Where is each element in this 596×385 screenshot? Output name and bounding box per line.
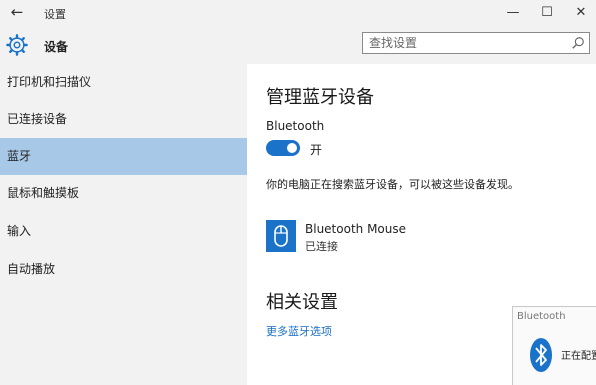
sidebar-item-autoplay[interactable]: 自动播放 [0, 251, 247, 288]
notification-title: Bluetooth [517, 311, 566, 322]
sidebar-item-typing[interactable]: 输入 [0, 213, 247, 250]
related-settings-heading: 相关设置 [266, 292, 338, 313]
back-arrow-icon[interactable]: ← [8, 3, 26, 21]
bluetooth-notification[interactable]: Bluetooth 正在配置 [512, 306, 596, 385]
maximize-button[interactable]: ☐ [532, 3, 562, 23]
minimize-button[interactable]: — [498, 3, 528, 23]
toggle-knob [287, 143, 297, 153]
search-box[interactable] [362, 32, 590, 54]
settings-header: 设备 [0, 26, 596, 64]
manage-bluetooth-heading: 管理蓝牙设备 [266, 87, 374, 108]
sidebar-item-printers-scanners[interactable]: 打印机和扫描仪 [0, 64, 247, 101]
discovery-description: 你的电脑正在搜索蓝牙设备，可以被这些设备发现。 [266, 178, 519, 191]
toggle-state-label: 开 [310, 143, 323, 157]
sidebar-item-mouse-touchpad[interactable]: 鼠标和触摸板 [0, 175, 247, 212]
bluetooth-label: Bluetooth [266, 119, 325, 133]
device-item[interactable]: Bluetooth Mouse 已连接 [266, 220, 466, 254]
mouse-icon [266, 220, 296, 252]
page-title: 设备 [44, 40, 69, 54]
sidebar-item-connected-devices[interactable]: 已连接设备 [0, 101, 247, 138]
close-button[interactable]: ✕ [566, 3, 596, 23]
bluetooth-icon [530, 338, 552, 372]
device-name: Bluetooth Mouse [305, 222, 407, 236]
window-title: 设置 [44, 8, 66, 21]
search-icon[interactable] [571, 36, 585, 50]
search-input[interactable] [369, 35, 559, 51]
bluetooth-toggle[interactable] [266, 140, 300, 156]
title-bar: ← 设置 — ☐ ✕ [0, 0, 596, 26]
sidebar-item-bluetooth[interactable]: 蓝牙 [0, 138, 247, 175]
more-bluetooth-options-link[interactable]: 更多蓝牙选项 [266, 323, 332, 339]
notification-text: 正在配置 [561, 351, 596, 362]
sidebar: 打印机和扫描仪 已连接设备 蓝牙 鼠标和触摸板 输入 自动播放 [0, 64, 247, 385]
device-status: 已连接 [305, 240, 338, 253]
gear-icon [6, 34, 28, 56]
